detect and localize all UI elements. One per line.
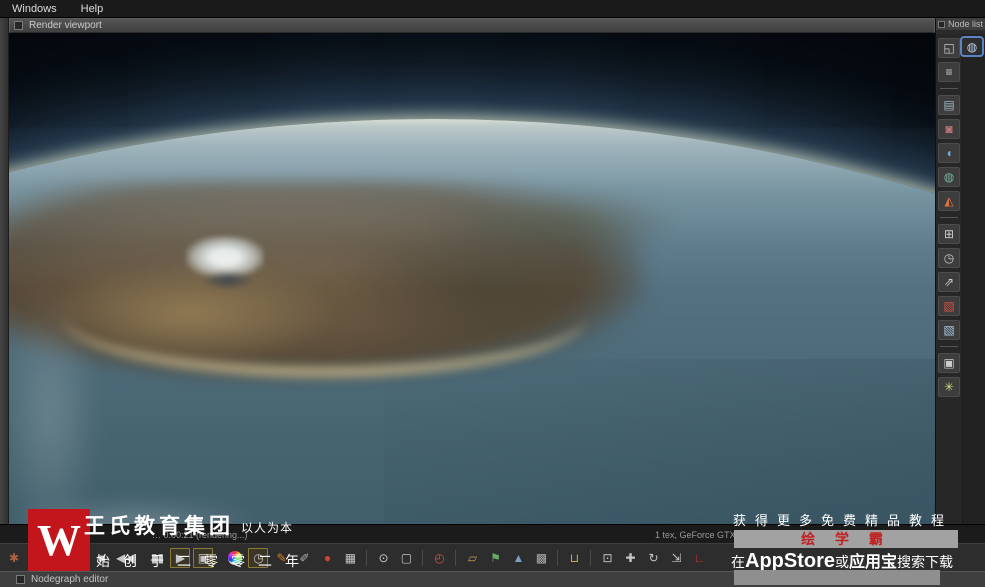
- transform-node-icon[interactable]: ⇗: [938, 272, 960, 292]
- menu-bar: Windows Help: [0, 0, 985, 18]
- planet-node-icon[interactable]: ◍: [938, 167, 960, 187]
- zoom-button[interactable]: ⊙: [373, 548, 393, 568]
- divider: [940, 88, 958, 89]
- deep-ocean-shading: [384, 359, 935, 524]
- render-viewport-collapse-checkbox[interactable]: [14, 21, 23, 30]
- wm-seg-zai: 在: [731, 554, 745, 570]
- divider: [422, 549, 424, 566]
- node-palette-toolbar: ◱ ≡ ▤ ◙ ◖ ◍ ◭ ⊞ ◷ ⇗ ▧ ▧ ▣ ✳: [936, 34, 963, 524]
- red-cube-icon[interactable]: ▧: [938, 296, 960, 316]
- node-list-panel: Node list ◱ ≡ ▤ ◙ ◖ ◍ ◭ ⊞ ◷ ⇗ ▧ ▧ ▣ ✳ ◍: [935, 18, 985, 524]
- wm-promo-line1: 获得更多免费精品教程: [733, 513, 954, 528]
- rotate-button[interactable]: ↻: [643, 548, 663, 568]
- render-viewport-header[interactable]: Render viewport: [9, 18, 935, 33]
- node-list-body: [963, 34, 985, 524]
- axes-button[interactable]: ∟: [689, 548, 709, 568]
- node-list-title: Node list: [948, 19, 984, 29]
- water-node-icon[interactable]: ◖: [938, 143, 960, 163]
- atmosphere-haze: [9, 119, 935, 289]
- node-list-header[interactable]: Node list: [936, 18, 985, 31]
- divider: [590, 549, 592, 566]
- left-panel-edge[interactable]: [0, 18, 9, 571]
- stack-node-icon[interactable]: ≡: [938, 62, 960, 82]
- scale-button[interactable]: ⇲: [666, 548, 686, 568]
- wm-seg-huo: 或: [835, 554, 849, 570]
- cloud-haze-west: [9, 291, 97, 524]
- window-node-icon[interactable]: ⊞: [938, 224, 960, 244]
- nodegraph-title: Nodegraph editor: [31, 574, 109, 585]
- wang-education-logo: W: [28, 509, 90, 571]
- nodegraph-collapse-checkbox[interactable]: [16, 575, 25, 584]
- terrain-node-icon[interactable]: ◭: [938, 191, 960, 211]
- terragen-window: Windows Help Render viewport Node list ◱…: [0, 0, 985, 587]
- divider: [940, 346, 958, 347]
- select-region-button[interactable]: ▢: [396, 548, 416, 568]
- duplicate-node-icon[interactable]: ◱: [938, 38, 960, 58]
- wm-slogan: 以人为本: [241, 521, 294, 535]
- flag-button[interactable]: ⚑: [485, 548, 505, 568]
- wm-brand-huixueba: 绘 学 霸: [801, 531, 891, 547]
- divider: [455, 549, 457, 566]
- move-button[interactable]: ✚: [620, 548, 640, 568]
- folder-button[interactable]: ▱: [462, 548, 482, 568]
- picture-node-icon[interactable]: ▣: [938, 353, 960, 373]
- grid-button[interactable]: ▦: [340, 548, 360, 568]
- wm-company-name: 王氏教育集团: [84, 515, 234, 538]
- render-viewport-title: Render viewport: [29, 20, 102, 31]
- record-button[interactable]: ●: [317, 548, 337, 568]
- render-viewport[interactable]: [9, 33, 935, 524]
- image-node-icon[interactable]: ▤: [938, 95, 960, 115]
- wm-promo-bar: 绘 学 霸: [734, 530, 958, 548]
- planet-library-selected-icon[interactable]: ◍: [960, 36, 984, 57]
- zoom-object-button[interactable]: ⊡: [597, 548, 617, 568]
- wm-seg-search: 搜索下载: [897, 554, 954, 570]
- app-settings-icon[interactable]: ✱: [4, 548, 24, 568]
- node-list-collapse-checkbox[interactable]: [938, 20, 945, 28]
- camera-node-icon[interactable]: ◙: [938, 119, 960, 139]
- wm-seg-yingyongbao: 应用宝: [849, 554, 898, 571]
- divider: [366, 549, 368, 566]
- blue-cube-icon[interactable]: ▧: [938, 320, 960, 340]
- menu-help[interactable]: Help: [81, 3, 104, 15]
- gauge-button[interactable]: ◴: [429, 548, 449, 568]
- wm-bottom-bar: [734, 570, 940, 585]
- wm-founded-text: 始创于二零零二年: [96, 553, 312, 569]
- clock-node-icon[interactable]: ◷: [938, 248, 960, 268]
- planet-earth: [9, 119, 935, 524]
- menu-windows[interactable]: Windows: [12, 3, 57, 15]
- terrain-button[interactable]: ▲: [508, 548, 528, 568]
- divider: [557, 549, 559, 566]
- unlock-button[interactable]: ⊔: [564, 548, 584, 568]
- checker-button[interactable]: ▩: [531, 548, 551, 568]
- divider: [940, 217, 958, 218]
- sun-node-icon[interactable]: ✳: [938, 377, 960, 397]
